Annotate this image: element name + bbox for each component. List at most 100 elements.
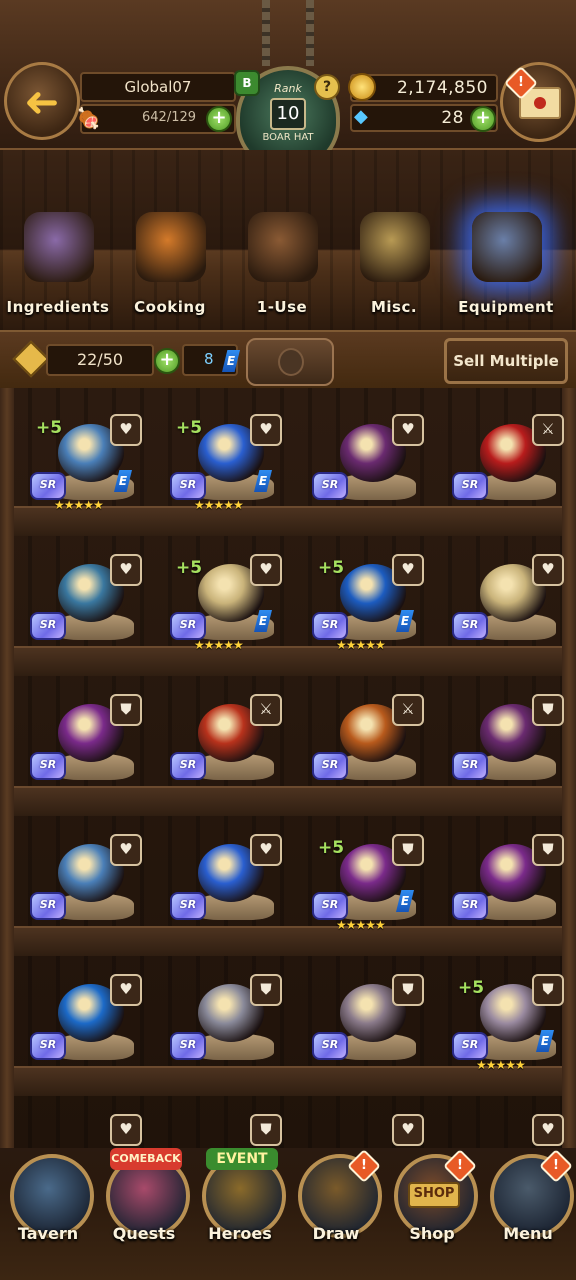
equipment-slot[interactable]: ♥ +5 SR E ★★★★★ (292, 534, 432, 674)
one-use-bag-icon (248, 212, 318, 282)
favorite-lock-icon[interactable]: ♥ (110, 554, 142, 586)
equipment-slot[interactable]: ♥ SR (292, 394, 432, 534)
nav-menu[interactable]: ! Menu (480, 1148, 576, 1244)
enhance-level: +5 (36, 418, 63, 438)
nav-tavern[interactable]: Tavern (0, 1148, 96, 1244)
rarity-sr-badge: SR (312, 752, 348, 780)
nav-draw[interactable]: ! Draw (288, 1148, 384, 1244)
favorite-lock-icon[interactable]: ♥ (392, 414, 424, 446)
equipment-slot[interactable]: ⛊ SR (150, 954, 290, 1094)
equipment-slot[interactable]: ♥ SR (10, 954, 150, 1094)
favorite-lock-icon[interactable]: ⛊ (250, 974, 282, 1006)
nav-heroes[interactable]: EVENT Heroes (192, 1148, 288, 1244)
equipment-slot[interactable]: ♥ +5 SR E ★★★★★ (10, 394, 150, 534)
shop-sign: SHOP (408, 1182, 460, 1208)
category-label: Equipment (458, 298, 554, 316)
equipment-slot[interactable]: ⚔ SR (292, 674, 432, 814)
category-label: Cooking (134, 298, 206, 316)
favorite-lock-icon[interactable]: ♥ (110, 414, 142, 446)
favorite-lock-icon[interactable]: ⚔ (250, 694, 282, 726)
favorite-lock-icon[interactable]: ♥ (532, 554, 564, 586)
favorite-lock-icon[interactable]: ♥ (110, 1114, 142, 1146)
favorite-lock-icon[interactable]: ♥ (110, 974, 142, 1006)
enhance-ticket-count: 8 (204, 350, 214, 368)
enhance-level: +5 (318, 558, 345, 578)
category-tab-3[interactable]: Misc. (342, 210, 446, 322)
top-bar: ➜ Global07 🍖 642/129 + B ? Rank 10 BOAR … (0, 0, 576, 170)
gold-value: 2,174,850 (396, 78, 488, 98)
add-stamina-button[interactable]: + (206, 106, 232, 132)
rarity-sr-badge: SR (452, 892, 488, 920)
favorite-lock-icon[interactable]: ♥ (250, 554, 282, 586)
favorite-lock-icon[interactable]: ⚔ (392, 694, 424, 726)
star-rating: ★★★★★ (336, 918, 386, 932)
category-tab-2[interactable]: 1-Use (230, 210, 334, 322)
equipment-slot[interactable]: ⛊ SR (10, 674, 150, 814)
gem-value: 28 (441, 108, 464, 128)
favorite-lock-icon[interactable]: ♥ (392, 1114, 424, 1146)
equipment-slot[interactable]: ⛊ SR (292, 954, 432, 1094)
favorite-lock-icon[interactable]: ⛊ (532, 834, 564, 866)
equipment-slot[interactable]: ♥ SR (432, 534, 572, 674)
equipment-slot-partial[interactable]: ⛊ (150, 1094, 290, 1148)
equipment-slot[interactable]: ⛊ SR (432, 674, 572, 814)
enhance-level: +5 (458, 978, 485, 998)
equipment-slot[interactable]: ⛊ +5 SR E ★★★★★ (432, 954, 572, 1094)
equipment-slot[interactable]: ⛊ SR (432, 814, 572, 954)
favorite-lock-icon[interactable]: ♥ (250, 414, 282, 446)
favorite-lock-icon[interactable]: ⛊ (110, 694, 142, 726)
rarity-sr-badge: SR (170, 1032, 206, 1060)
equipment-slot[interactable]: ♥ SR (150, 814, 290, 954)
diamond-gem-icon: ◆ (354, 106, 368, 127)
nav-shop[interactable]: SHOP! Shop (384, 1148, 480, 1244)
category-tab-4[interactable]: Equipment (454, 210, 558, 322)
equipment-slot-partial[interactable]: ♥ (432, 1094, 572, 1148)
equipment-slot[interactable]: ⚔ SR (432, 394, 572, 534)
star-rating: ★★★★★ (194, 638, 244, 652)
rarity-sr-badge: SR (30, 1032, 66, 1060)
inventory-count: 22/50 (46, 344, 154, 376)
favorite-lock-icon[interactable]: ⛊ (532, 974, 564, 1006)
sort-icon[interactable] (12, 340, 50, 378)
equipment-slot-partial[interactable]: ♥ (10, 1094, 150, 1148)
favorite-lock-icon[interactable]: ⛊ (250, 1114, 282, 1146)
favorite-lock-icon[interactable]: ⛊ (532, 694, 564, 726)
category-label: Misc. (370, 298, 418, 316)
category-tab-1[interactable]: Cooking (118, 210, 222, 322)
equipment-slot[interactable]: ♥ SR (10, 814, 150, 954)
favorite-lock-icon[interactable]: ⛊ (392, 834, 424, 866)
equipment-slot[interactable]: ♥ +5 SR E ★★★★★ (150, 394, 290, 534)
nav-label: Tavern (17, 1224, 79, 1243)
favorite-lock-icon[interactable]: ♥ (250, 834, 282, 866)
stamina-value: 642/129 (142, 110, 197, 125)
category-tab-0[interactable]: Ingredients (6, 210, 110, 322)
equipment-slot[interactable]: ♥ +5 SR E ★★★★★ (150, 534, 290, 674)
rarity-sr-badge: SR (170, 612, 206, 640)
rarity-sr-badge: SR (312, 612, 348, 640)
rarity-sr-badge: SR (170, 472, 206, 500)
add-gems-button[interactable]: + (470, 106, 496, 132)
expand-inventory-button[interactable]: + (154, 348, 180, 374)
favorite-lock-icon[interactable]: ♥ (110, 834, 142, 866)
enhance-level: +5 (176, 418, 203, 438)
category-shelf: Ingredients Cooking 1-Use Misc. Equipment (0, 150, 576, 330)
sell-multiple-button[interactable]: Sell Multiple (444, 338, 568, 384)
inventory-bar: 22/50 + 8 E Sell Multiple (0, 330, 576, 390)
favorite-lock-icon[interactable]: ⛊ (392, 974, 424, 1006)
favorite-lock-icon[interactable]: ⚔ (532, 414, 564, 446)
favorite-lock-icon[interactable]: ♥ (392, 554, 424, 586)
back-button[interactable]: ➜ (4, 62, 80, 140)
mail-button[interactable]: ! (500, 62, 576, 142)
favorite-lock-icon[interactable]: ♥ (532, 1114, 564, 1146)
equipment-slot[interactable]: ♥ SR (10, 534, 150, 674)
star-rating: ★★★★★ (194, 498, 244, 512)
equipment-slot[interactable]: ⛊ +5 SR E ★★★★★ (292, 814, 432, 954)
equipment-slot-partial[interactable]: ♥ (292, 1094, 432, 1148)
star-rating: ★★★★★ (336, 638, 386, 652)
enhance-level: +5 (318, 838, 345, 858)
rarity-sr-badge: SR (170, 752, 206, 780)
rank-label: Rank (274, 82, 302, 95)
equipment-slot[interactable]: ⚔ SR (150, 674, 290, 814)
nav-quests[interactable]: COMEBACK Quests (96, 1148, 192, 1244)
cooking-icon (136, 212, 206, 282)
